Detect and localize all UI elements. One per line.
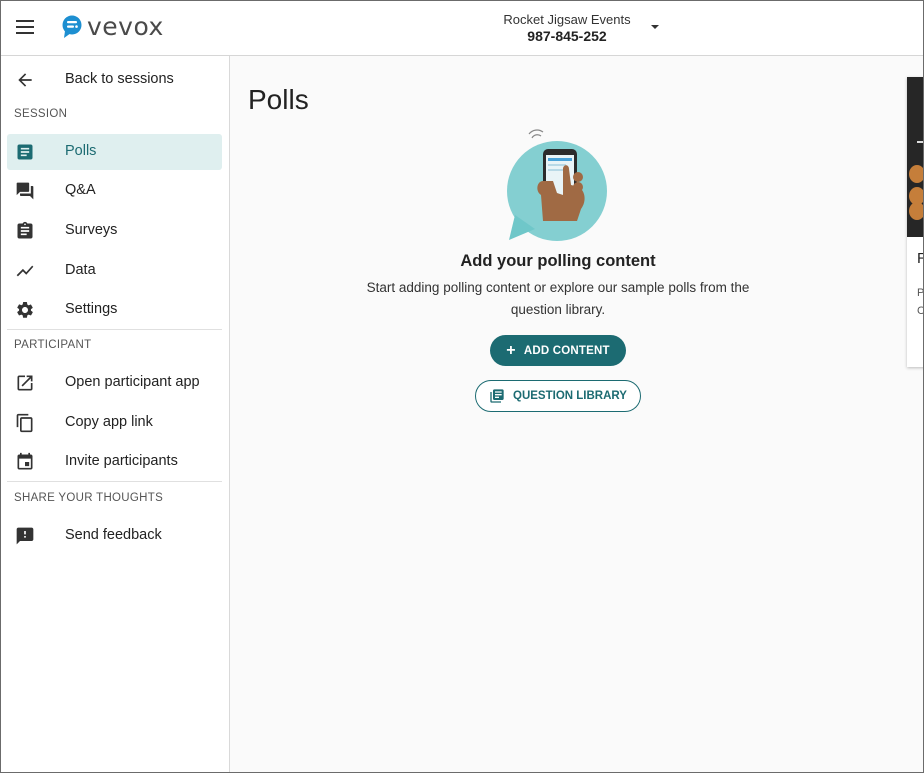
- forum-icon: [16, 182, 34, 200]
- sidebar-item-feedback[interactable]: Send feedback: [7, 518, 222, 554]
- sidebar-item-open-app[interactable]: Open participant app: [7, 365, 222, 401]
- question-library-label: QUESTION LIBRARY: [513, 390, 627, 402]
- sidebar-item-label: Copy app link: [65, 414, 153, 430]
- sidebar-item-label: Polls: [65, 143, 97, 159]
- empty-state-title: Add your polling content: [460, 252, 656, 270]
- sidebar-item-copy-link[interactable]: Copy app link: [7, 405, 222, 441]
- question-library-button[interactable]: QUESTION LIBRARY: [475, 380, 641, 412]
- sidebar-item-polls[interactable]: Polls: [7, 134, 222, 170]
- promo-title: R: [917, 250, 923, 267]
- sidebar-item-invite[interactable]: Invite participants: [7, 444, 222, 480]
- polls-icon: [17, 144, 33, 160]
- sidebar: Back to sessions SESSION Polls Q&A Surve…: [1, 56, 230, 772]
- empty-state-text: Start adding polling content or explore …: [366, 280, 750, 317]
- sidebar-item-label: Open participant app: [65, 374, 200, 390]
- caret-down-icon: [651, 25, 659, 29]
- divider: [7, 329, 222, 330]
- sidebar-item-settings[interactable]: Settings: [7, 292, 222, 328]
- page-title: Polls: [248, 84, 309, 115]
- arrow-left-icon: [18, 73, 32, 87]
- sidebar-item-label: Send feedback: [65, 527, 162, 543]
- app-window: vevox Rocket Jigsaw Events 987-845-252 B…: [0, 0, 924, 773]
- top-bar: vevox Rocket Jigsaw Events 987-845-252: [1, 1, 923, 56]
- sidebar-item-qa[interactable]: Q&A: [7, 173, 222, 209]
- event-selector[interactable]: Rocket Jigsaw Events 987-845-252: [491, 11, 671, 47]
- clipboard-icon: [17, 221, 33, 239]
- sidebar-item-label: Data: [65, 262, 96, 278]
- event-name: Rocket Jigsaw Events: [503, 12, 631, 27]
- sidebar-item-label: Settings: [65, 301, 118, 317]
- add-content-button[interactable]: + ADD CONTENT: [490, 335, 626, 366]
- promo-image: [907, 77, 923, 237]
- sidebar-item-surveys[interactable]: Surveys: [7, 213, 222, 249]
- section-share: SHARE YOUR THOUGHTS: [14, 492, 164, 504]
- add-content-label: ADD CONTENT: [523, 344, 610, 357]
- sidebar-item-label: Invite participants: [65, 453, 178, 469]
- divider: [7, 481, 222, 482]
- event-code: 987-845-252: [527, 28, 607, 44]
- vevox-logo[interactable]: vevox: [61, 13, 164, 41]
- hamburger-menu-icon[interactable]: [13, 15, 37, 39]
- back-to-sessions[interactable]: Back to sessions: [7, 62, 222, 98]
- sidebar-item-label: Q&A: [65, 182, 96, 198]
- section-session: SESSION: [14, 108, 68, 120]
- sidebar-item-data[interactable]: Data: [7, 253, 222, 289]
- logo-text: vevox: [87, 12, 164, 41]
- vevox-logo-icon: [62, 15, 82, 38]
- promo-text-line: P: [917, 287, 924, 299]
- plus-icon: +: [506, 341, 516, 359]
- sidebar-item-label: Surveys: [65, 222, 118, 238]
- open-in-new-icon: [17, 375, 33, 391]
- promo-text-line: C: [917, 305, 923, 317]
- phone-poll-illustration: [507, 129, 607, 241]
- trending-line-icon: [16, 265, 34, 277]
- side-promo-card[interactable]: R P C: [907, 77, 924, 367]
- main-content: Polls Add your polling content Start add…: [231, 57, 923, 772]
- gear-icon: [17, 301, 33, 318]
- feedback-icon: [16, 527, 34, 545]
- copy-icon: [16, 413, 33, 433]
- section-participant: PARTICIPANT: [14, 339, 92, 351]
- library-books-icon: [490, 389, 504, 403]
- back-label: Back to sessions: [65, 71, 174, 87]
- calendar-icon: [17, 452, 33, 470]
